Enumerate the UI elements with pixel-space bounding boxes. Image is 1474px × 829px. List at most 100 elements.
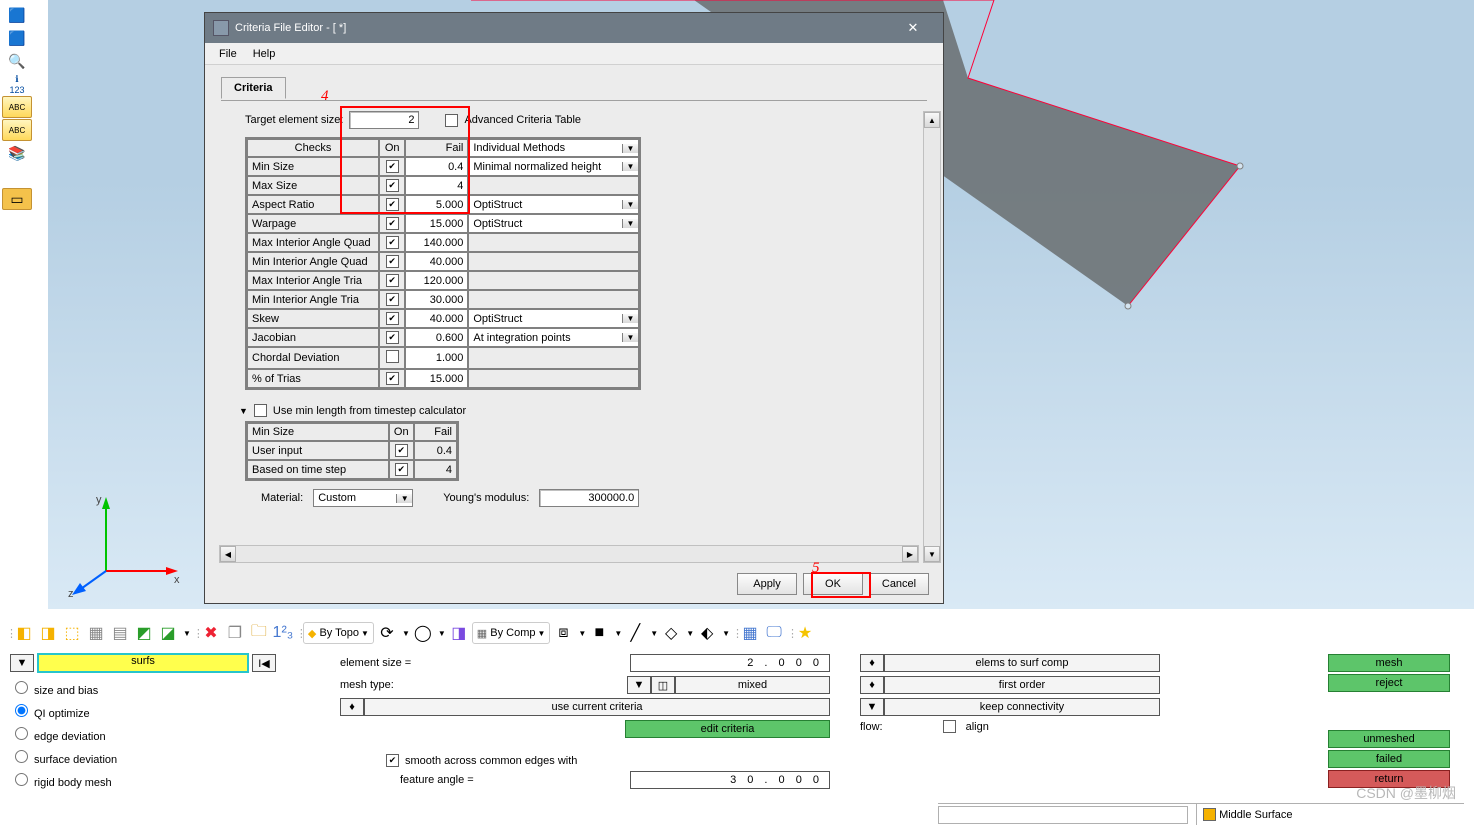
row-fail[interactable] [406,329,467,346]
material-select[interactable]: Custom▼ [313,489,413,507]
target-size-input[interactable] [349,111,419,129]
row-on[interactable] [386,331,399,344]
keep-conn-toggle[interactable]: ▼ [860,698,884,716]
layers-icon[interactable]: 📚 [2,142,32,164]
row-fail[interactable] [406,177,467,194]
first-order[interactable]: first order [884,676,1160,694]
mesh-type-value[interactable]: mixed [675,676,830,694]
keep-connectivity[interactable]: keep connectivity [884,698,1160,716]
row-fail[interactable] [406,348,467,368]
row-on[interactable] [386,179,399,192]
cube-yellow-icon[interactable]: ◧ [13,622,35,644]
row-fail[interactable] [406,310,467,327]
cube-green-icon[interactable]: ◩ [133,622,155,644]
bycomp-dropdown[interactable]: ▦ By Comp▼ [472,622,551,644]
ok-button[interactable]: OK [803,573,863,595]
row-method[interactable]: OptiStruct▼ [469,215,638,232]
row-on[interactable] [386,312,399,325]
row-on[interactable] [386,274,399,287]
radio-surface-deviation[interactable]: surface deviation [10,745,310,768]
close-icon[interactable]: ✕ [891,17,935,39]
line-icon[interactable]: ╱ [624,622,646,644]
surfs-dropdown-toggle[interactable]: ▼ [10,654,34,672]
row-on[interactable] [386,293,399,306]
mesh-button[interactable]: mesh [1328,654,1450,672]
row-fail[interactable] [406,196,467,213]
row-fail[interactable] [406,253,467,270]
radio-size-and-bias[interactable]: size and bias [10,676,310,699]
unmeshed-button[interactable]: unmeshed [1328,730,1450,748]
star-icon[interactable]: ★ [794,622,816,644]
shape-icon[interactable]: ◯ [412,622,434,644]
menu-help[interactable]: Help [245,46,284,62]
dialog-hscrollbar[interactable]: ◀▶ [219,545,919,563]
row-fail[interactable] [406,370,467,387]
abc-grid-b-icon[interactable]: ABC [2,119,32,141]
bytopo-dropdown[interactable]: ◆ By Topo▼ [303,622,374,644]
mesh-type-prev[interactable]: ▼ [627,676,651,694]
monitor-icon[interactable]: 🖵 [763,622,785,644]
row-on[interactable] [386,160,399,173]
blank-icon[interactable] [2,165,32,187]
return-button[interactable]: return [1328,770,1450,788]
surfs-reset[interactable]: I◀ [252,654,276,672]
row-fail[interactable] [406,158,467,175]
menu-file[interactable]: File [211,46,245,62]
tab-criteria[interactable]: Criteria [221,77,286,99]
cube-green2-icon[interactable]: ◪ [157,622,179,644]
row-method[interactable]: OptiStruct▼ [469,310,638,327]
row-on[interactable] [386,372,399,385]
methods-header-dropdown[interactable]: Individual Methods▼ [469,140,638,156]
folder-icon[interactable]: 🗀 [248,622,270,644]
element-size-input[interactable] [630,654,830,672]
edit-criteria-button[interactable]: edit criteria [625,720,830,738]
ts-row-on[interactable] [395,463,408,476]
row-fail[interactable] [406,291,467,308]
wireframe-icon[interactable]: ⧈ [552,622,574,644]
binoculars-icon[interactable]: 🔍 [2,50,32,72]
elems-to-surf-comp[interactable]: elems to surf comp [884,654,1160,672]
cube-grey-icon[interactable]: ▦ [85,622,107,644]
failed-button[interactable]: failed [1328,750,1450,768]
feature-angle-input[interactable] [630,771,830,789]
cube-yellow2-icon[interactable]: ◨ [37,622,59,644]
apply-button[interactable]: Apply [737,573,797,595]
row-on[interactable] [386,255,399,268]
rhomb2-icon[interactable]: ⬖ [696,622,718,644]
lasso-icon[interactable]: ⟳ [376,622,398,644]
row-fail[interactable] [406,272,467,289]
row-on[interactable] [386,217,399,230]
row-on[interactable] [386,198,399,211]
solid-cube-icon[interactable]: ■ [588,622,610,644]
radio-edge-deviation[interactable]: edge deviation [10,722,310,745]
sphere-icon[interactable]: 🟦 [2,27,32,49]
dialog-titlebar[interactable]: Criteria File Editor - [ *] ✕ [205,13,943,43]
reject-button[interactable]: reject [1328,674,1450,692]
align-checkbox[interactable] [943,720,956,733]
surfs-selector[interactable]: surfs [38,654,248,672]
youngs-input[interactable] [539,489,639,507]
dialog-vscrollbar[interactable]: ▲▼ [923,111,941,563]
ts-row-on[interactable] [395,444,408,457]
row-on[interactable] [386,236,399,249]
row-method[interactable]: Minimal normalized height▼ [469,158,638,175]
first-order-toggle[interactable]: ♦ [860,676,884,694]
row-fail[interactable] [406,234,467,251]
radio-qi-optimize[interactable]: QI optimize [10,699,310,722]
cube-grey2-icon[interactable]: ▤ [109,622,131,644]
info-icon[interactable]: ℹ123 [2,73,32,95]
radio-rigid-body-mesh[interactable]: rigid body mesh [10,768,310,791]
purple-cube-icon[interactable]: ◨ [448,622,470,644]
cube-yellow3-icon[interactable]: ⬚ [61,622,83,644]
rhomb-icon[interactable]: ◇ [660,622,682,644]
timestep-checkbox[interactable] [254,404,267,417]
delete-icon[interactable]: ✖ [200,622,222,644]
row-method[interactable]: OptiStruct▼ [469,196,638,213]
grid-cube-icon[interactable]: 🟦 [2,4,32,26]
mesh-type-shape[interactable]: ◫ [651,676,675,694]
row-method[interactable]: At integration points▼ [469,329,638,346]
collapse-icon[interactable]: ▼ [239,406,248,416]
smooth-checkbox[interactable] [386,754,399,767]
abc-grid-a-icon[interactable]: ABC [2,96,32,118]
criteria-toggle[interactable]: ♦ [340,698,364,716]
